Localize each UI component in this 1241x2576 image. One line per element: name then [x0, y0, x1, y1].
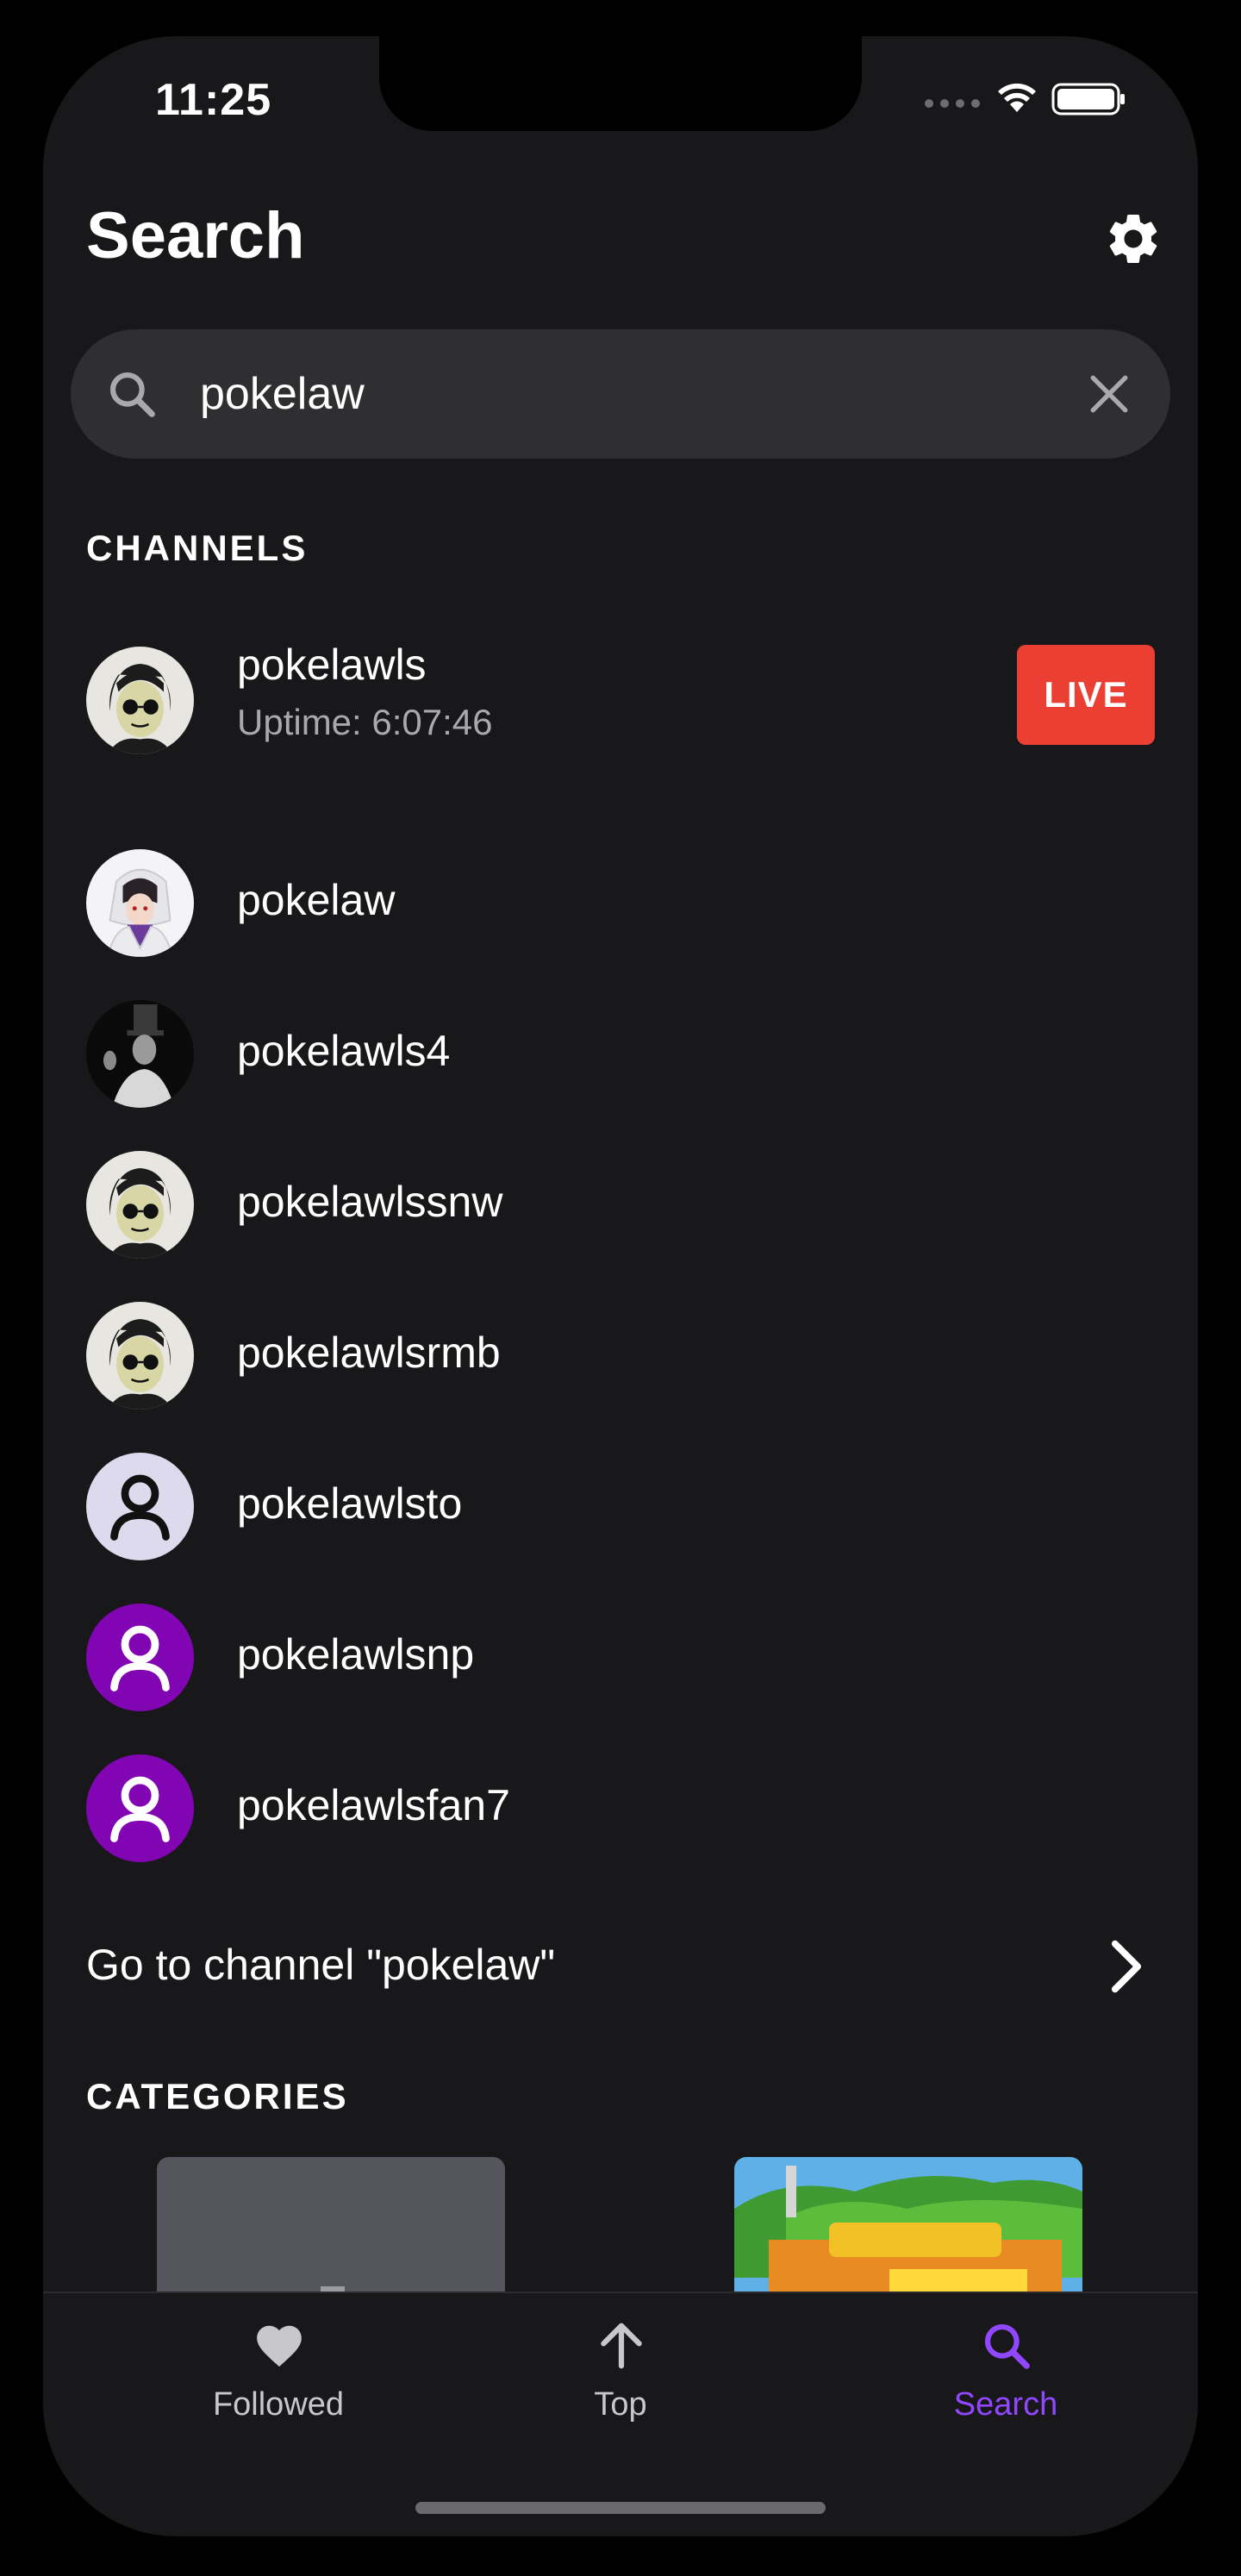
channel-row-pokelawlsrmb[interactable]: pokelawlsrmb	[43, 1295, 1198, 1416]
heart-icon	[257, 2325, 302, 2367]
status-time: 11:25	[155, 75, 272, 125]
channel-name: pokelawls4	[237, 1027, 451, 1075]
battery-icon	[1051, 83, 1125, 116]
channel-name: pokelawls	[237, 641, 427, 689]
channel-name: pokelawlsfan7	[237, 1781, 510, 1829]
channel-name: pokelaw	[237, 876, 396, 924]
search-bar[interactable]: pokelaw	[71, 329, 1170, 459]
avatar	[86, 1151, 194, 1259]
notch	[379, 36, 862, 131]
live-badge: LIVE	[1017, 645, 1155, 745]
chevron-right-icon	[1111, 1940, 1142, 1993]
channel-row-pokelawls[interactable]: pokelawls Uptime: 6:07:46 LIVE	[43, 640, 1198, 760]
tab-followed[interactable]: Followed	[86, 2293, 471, 2466]
tab-search[interactable]: Search	[814, 2293, 1198, 2466]
default-user-icon	[86, 1754, 194, 1862]
avatar	[86, 1302, 194, 1410]
home-indicator	[415, 2502, 826, 2514]
phone-screen: 11:25 Search pokelaw CHANNELS pokelawls …	[43, 36, 1198, 2536]
channel-row-pokelaw[interactable]: pokelaw	[43, 842, 1198, 963]
channel-row-pokelawls4[interactable]: pokelawls4	[43, 993, 1198, 1114]
channel-row-pokelawlsto[interactable]: pokelawlsto	[43, 1446, 1198, 1566]
search-icon	[109, 372, 155, 417]
channel-uptime: Uptime: 6:07:46	[237, 702, 493, 742]
signal-icon	[925, 99, 980, 108]
arrow-up-icon	[601, 2323, 642, 2369]
search-icon	[984, 2323, 1030, 2369]
tab-label: Top	[594, 2386, 647, 2423]
tab-top[interactable]: Top	[428, 2293, 813, 2466]
settings-gear-icon[interactable]	[1103, 209, 1163, 269]
search-input[interactable]: pokelaw	[200, 364, 365, 424]
categories-section-title: CATEGORIES	[86, 2076, 349, 2116]
avatar	[86, 647, 194, 754]
tab-label: Followed	[212, 2386, 345, 2423]
default-user-icon	[86, 1453, 194, 1560]
goto-channel-link[interactable]: Go to channel "pokelaw"	[43, 1916, 1198, 2019]
channel-row-pokelawlsfan7[interactable]: pokelawlsfan7	[43, 1748, 1198, 1868]
page-title: Search	[86, 199, 305, 272]
goto-channel-label: Go to channel "pokelaw"	[86, 1941, 556, 1989]
channels-section-title: CHANNELS	[86, 528, 309, 568]
wifi-icon	[998, 83, 1036, 112]
clear-icon[interactable]	[1088, 372, 1131, 416]
channel-name: pokelawlssnw	[237, 1178, 503, 1226]
channel-row-pokelawlsnp[interactable]: pokelawlsnp	[43, 1597, 1198, 1717]
avatar	[86, 849, 194, 957]
default-user-icon	[86, 1604, 194, 1711]
status-icons	[925, 83, 1125, 116]
tab-label: Search	[953, 2386, 1058, 2423]
channel-name: pokelawlsnp	[237, 1630, 475, 1679]
channel-name: pokelawlsrmb	[237, 1329, 501, 1377]
tab-bar: Followed Top Search	[43, 2292, 1198, 2536]
channel-name: pokelawlsto	[237, 1479, 463, 1528]
channel-row-pokelawlssnw[interactable]: pokelawlssnw	[43, 1144, 1198, 1265]
avatar	[86, 1000, 194, 1108]
